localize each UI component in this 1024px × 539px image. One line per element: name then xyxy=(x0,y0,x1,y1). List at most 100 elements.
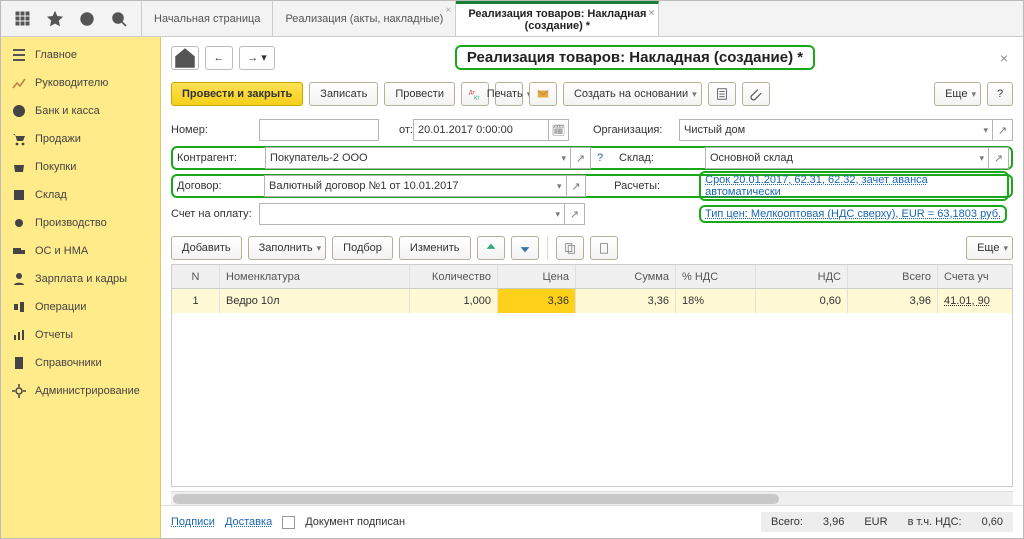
number-input[interactable] xyxy=(259,119,379,141)
sklad-select[interactable]: Основной склад xyxy=(705,147,989,169)
date-picker-icon[interactable]: 🗓 xyxy=(549,119,569,141)
nav-admin[interactable]: Администрирование xyxy=(1,377,160,405)
tab-document[interactable]: Реализация товаров: Накладная (создание)… xyxy=(456,1,659,36)
nav-assets[interactable]: ОС и НМА xyxy=(1,237,160,265)
totals-bar: Всего: 3,96 EUR в т.ч. НДС: 0,60 xyxy=(761,512,1013,532)
ops-icon xyxy=(11,299,27,315)
nav-sales[interactable]: Продажи xyxy=(1,125,160,153)
th-item[interactable]: Номенклатура xyxy=(220,265,410,288)
move-up-icon[interactable] xyxy=(477,236,505,260)
forward-button[interactable]: → ▾ xyxy=(239,46,275,70)
cell-vatp[interactable]: 18% xyxy=(676,289,756,313)
more-button[interactable]: Еще xyxy=(934,82,981,106)
help-icon[interactable]: ? xyxy=(591,152,609,164)
th-qty[interactable]: Количество xyxy=(410,265,498,288)
th-total[interactable]: Всего xyxy=(848,265,938,288)
invoice-select[interactable] xyxy=(259,203,565,225)
form-icon[interactable] xyxy=(708,82,736,106)
table-row[interactable]: 1 Ведро 10л 1,000 3,36 3,36 18% 0,60 3,9… xyxy=(172,289,1012,313)
th-n[interactable]: N xyxy=(172,265,220,288)
nav-main[interactable]: Главное xyxy=(1,41,160,69)
th-sum[interactable]: Сумма xyxy=(576,265,676,288)
nav-bank[interactable]: Банк и касса xyxy=(1,97,160,125)
star-icon[interactable] xyxy=(43,7,67,31)
cell-sum[interactable]: 3,36 xyxy=(576,289,676,313)
horizontal-scrollbar[interactable] xyxy=(171,491,1013,505)
th-price[interactable]: Цена xyxy=(498,265,576,288)
tab-start[interactable]: Начальная страница xyxy=(142,1,273,36)
attach-icon[interactable] xyxy=(742,82,770,106)
search-icon[interactable] xyxy=(107,7,131,31)
currency: EUR xyxy=(864,516,887,528)
nav-purchases[interactable]: Покупки xyxy=(1,153,160,181)
delivery-link[interactable]: Доставка xyxy=(225,516,272,528)
date-input[interactable]: 20.01.2017 0:00:00 xyxy=(413,119,549,141)
nav-reports[interactable]: Отчеты xyxy=(1,321,160,349)
add-button[interactable]: Добавить xyxy=(171,236,242,260)
dt-kt-icon[interactable]: ДтКт xyxy=(461,82,489,106)
nav-refs[interactable]: Справочники xyxy=(1,349,160,377)
th-acc[interactable]: Счета уч xyxy=(938,265,1012,288)
create-based-button[interactable]: Создать на основании xyxy=(563,82,702,106)
paste-icon[interactable] xyxy=(590,236,618,260)
th-vatp[interactable]: % НДС xyxy=(676,265,756,288)
contract-select[interactable]: Валютный договор №1 от 10.01.2017 xyxy=(264,175,567,197)
price-type-link[interactable]: Тип цен: Мелкооптовая (НДС сверху), EUR … xyxy=(705,208,1001,220)
invoice-label: Счет на оплату: xyxy=(171,208,259,220)
nav-hr[interactable]: Зарплата и кадры xyxy=(1,265,160,293)
signed-label: Документ подписан xyxy=(305,516,405,528)
fill-button[interactable]: Заполнить xyxy=(248,236,327,260)
tab-realization[interactable]: Реализация (акты, накладные)× xyxy=(273,1,456,36)
signed-checkbox[interactable] xyxy=(282,516,295,529)
nav-label: Банк и касса xyxy=(35,105,100,117)
help-button[interactable]: ? xyxy=(987,82,1013,106)
open-icon[interactable]: ↗ xyxy=(989,147,1009,169)
cell-vat[interactable]: 0,60 xyxy=(756,289,848,313)
tab-close-icon[interactable]: × xyxy=(445,5,451,16)
book-icon xyxy=(11,355,27,371)
contr-select[interactable]: Покупатель-2 ООО xyxy=(265,147,571,169)
nav-ops[interactable]: Операции xyxy=(1,293,160,321)
nav-label: Зарплата и кадры xyxy=(35,273,127,285)
mail-icon[interactable] xyxy=(529,82,557,106)
org-select[interactable]: Чистый дом xyxy=(679,119,993,141)
copy-icon[interactable] xyxy=(556,236,584,260)
cell-n[interactable]: 1 xyxy=(172,289,220,313)
page-title: Реализация товаров: Накладная (создание)… xyxy=(281,45,989,70)
history-icon[interactable] xyxy=(75,7,99,31)
open-icon[interactable]: ↗ xyxy=(567,175,587,197)
svg-text:Кт: Кт xyxy=(474,95,480,101)
number-label: Номер: xyxy=(171,124,259,136)
nav-manager[interactable]: Руководителю xyxy=(1,69,160,97)
th-vat[interactable]: НДС xyxy=(756,265,848,288)
nav-warehouse[interactable]: Склад xyxy=(1,181,160,209)
chart-icon xyxy=(11,75,27,91)
open-icon[interactable]: ↗ xyxy=(571,147,591,169)
table-more-button[interactable]: Еще xyxy=(966,236,1013,260)
home-button[interactable] xyxy=(171,46,199,70)
cell-acc[interactable]: 41.01, 90 xyxy=(938,289,1012,313)
cell-item[interactable]: Ведро 10л xyxy=(220,289,410,313)
post-close-button[interactable]: Провести и закрыть xyxy=(171,82,303,106)
close-button[interactable]: × xyxy=(995,50,1013,66)
cell-price[interactable]: 3,36 xyxy=(498,289,576,313)
open-icon[interactable]: ↗ xyxy=(565,203,585,225)
move-down-icon[interactable] xyxy=(511,236,539,260)
signatures-link[interactable]: Подписи xyxy=(171,516,215,528)
write-button[interactable]: Записать xyxy=(309,82,378,106)
contr-label: Контрагент: xyxy=(177,152,265,164)
open-icon[interactable]: ↗ xyxy=(993,119,1013,141)
nav-label: Администрирование xyxy=(35,385,140,397)
pick-button[interactable]: Подбор xyxy=(332,236,393,260)
cell-total[interactable]: 3,96 xyxy=(848,289,938,313)
print-button[interactable]: Печать xyxy=(495,82,523,106)
back-button[interactable]: ← xyxy=(205,46,233,70)
sklad-label: Склад: xyxy=(619,152,705,164)
post-button[interactable]: Провести xyxy=(384,82,455,106)
apps-icon[interactable] xyxy=(11,7,35,31)
calc-link[interactable]: Срок 20.01.2017, 62.31, 62.32, зачет ава… xyxy=(705,174,928,198)
cell-qty[interactable]: 1,000 xyxy=(410,289,498,313)
edit-button[interactable]: Изменить xyxy=(399,236,471,260)
tab-close-icon[interactable]: × xyxy=(649,8,655,19)
nav-prod[interactable]: Производство xyxy=(1,209,160,237)
